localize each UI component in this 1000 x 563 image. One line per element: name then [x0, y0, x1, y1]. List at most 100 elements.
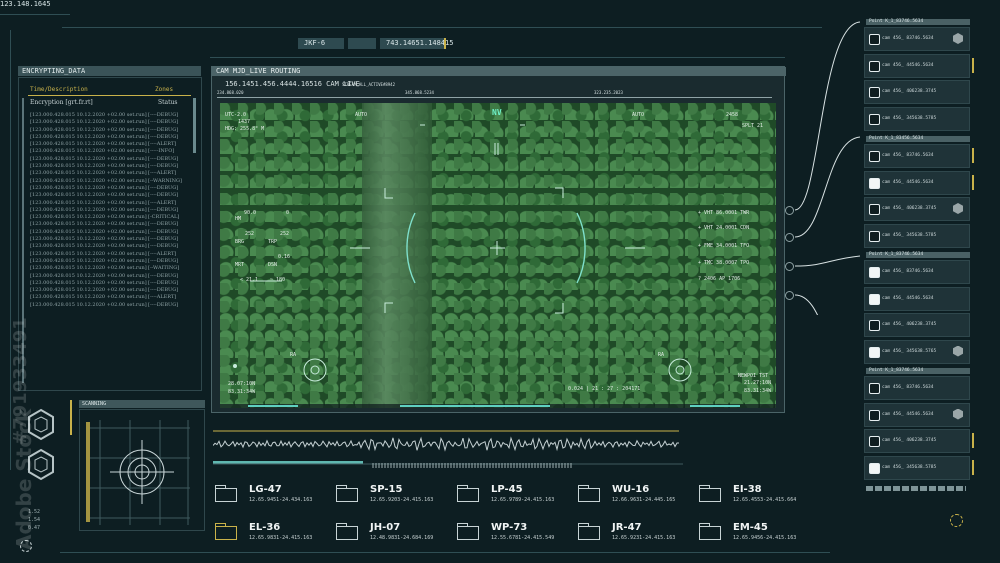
neg-value: < 21.1 — [240, 277, 259, 283]
log-status: [----DEBUG] — [148, 133, 179, 140]
camera-item[interactable]: cam 456_ 44546.5634 — [864, 53, 974, 78]
gear-icon[interactable] — [785, 262, 794, 271]
log-time: [123.000.428.015 10.12.2020 +02.00 set.r… — [30, 199, 147, 206]
scanning-title: SCANNING — [79, 400, 205, 408]
folder-name[interactable]: LP-45 — [491, 484, 523, 495]
folder-name[interactable]: EI-38 — [733, 484, 762, 495]
camera-checkbox[interactable] — [869, 34, 880, 45]
camera-checkbox[interactable] — [869, 177, 880, 189]
gear-icon[interactable] — [785, 291, 794, 300]
divider — [210, 57, 785, 58]
camera-feed[interactable]: NV AUTO AUTO UTC-2.0 1437 HDG: 255.8° M … — [220, 103, 776, 408]
folder-icon[interactable] — [457, 485, 479, 502]
camera-label: cam 456_ 83746.5634 — [882, 269, 934, 274]
accent-mark — [444, 38, 446, 49]
folder-name[interactable]: JR-47 — [612, 522, 642, 533]
camera-checkbox[interactable] — [869, 204, 880, 215]
camera-checkbox[interactable] — [869, 60, 880, 72]
divider — [0, 14, 70, 15]
camera-item[interactable]: cam 456_ 406238.3745 — [864, 313, 970, 337]
scrollbar-thumb[interactable] — [193, 98, 196, 153]
hm-value: 90.0 — [244, 210, 257, 216]
scan-radar — [86, 420, 190, 525]
gear-icon[interactable] — [785, 233, 794, 242]
folder-icon[interactable] — [699, 523, 721, 540]
sub-status: Status — [158, 99, 178, 106]
camera-label: cam 456_ 345638.5765 — [882, 348, 937, 354]
camera-item[interactable]: cam 456_ 83746.5634 — [864, 376, 970, 400]
folder-icon[interactable] — [215, 485, 237, 502]
camera-checkbox[interactable] — [869, 436, 880, 447]
camera-item[interactable]: cam 456_ 83746.5634 — [864, 260, 970, 284]
log-row: [123.000.428.015 10.12.2020 +02.00 set.r… — [30, 229, 190, 236]
camera-checkbox[interactable] — [869, 113, 880, 125]
camera-checkbox[interactable] — [869, 230, 880, 242]
hm-value2: 0 — [286, 210, 290, 216]
loading-icon — [950, 514, 963, 527]
camera-label: cam 456_ 83746.5634 — [882, 153, 934, 158]
top-coordinate: 123.148.1645 — [0, 0, 51, 8]
folder-icon[interactable] — [578, 485, 600, 502]
folder-name[interactable]: SP-15 — [370, 484, 402, 495]
camera-item[interactable]: cam 456_ 406238.3745 — [864, 80, 970, 104]
camera-item[interactable]: cam 456_ 345638.5765 — [864, 339, 970, 364]
camera-item[interactable]: cam 456_ 83746.5634 — [864, 144, 974, 168]
camera-checkbox[interactable] — [869, 293, 880, 305]
log-status: [----DEBUG] — [148, 279, 179, 286]
folder-name[interactable]: JH-07 — [370, 522, 400, 533]
folder-icon[interactable] — [215, 523, 237, 540]
folder-name[interactable]: LG-47 — [249, 484, 282, 495]
log-time: [123.000.428.015 10.12.2020 +02.00 set.r… — [30, 272, 147, 279]
camera-checkbox[interactable] — [869, 462, 880, 474]
camera-label: cam 456_ 83746.5634 — [882, 36, 934, 41]
folder-icon[interactable] — [699, 485, 721, 502]
camera-checkbox[interactable] — [869, 346, 880, 358]
camera-label: cam 456_ 345638.5785 — [882, 115, 937, 121]
camera-item[interactable]: cam 456_ 345638.5785 — [864, 106, 970, 131]
camera-label: cam 456_ 345638.5785 — [882, 464, 937, 470]
camera-checkbox[interactable] — [869, 409, 880, 421]
camera-checkbox[interactable] — [869, 267, 880, 278]
log-status: [----DEBUG] — [148, 155, 179, 162]
folder-name[interactable]: WP-73 — [491, 522, 527, 533]
camera-label: cam 456_ 406238.3745 — [882, 322, 937, 327]
folder-name[interactable]: EM-45 — [733, 522, 768, 533]
telemetry-row: + TMC 38.0007 TPO — [698, 260, 750, 266]
folder-coord: 12.65.9456-24.415.163 — [733, 535, 797, 541]
log-row: [123.000.428.015 10.12.2020 +02.00 set.r… — [30, 207, 190, 214]
log-time: [123.000.428.015 10.12.2020 +02.00 set.r… — [30, 221, 147, 228]
camera-checkbox[interactable] — [869, 320, 880, 331]
folder-icon[interactable] — [336, 523, 358, 540]
folder-icon[interactable] — [336, 485, 358, 502]
log-row: [123.000.428.015 10.12.2020 +02.00 set.r… — [30, 134, 190, 141]
telemetry-row: ? 2406 AP 1706 — [698, 276, 741, 282]
folder-name[interactable]: WU-16 — [612, 484, 649, 495]
camera-item[interactable]: cam 456_ 83746.5634 — [864, 27, 970, 51]
camera-item[interactable]: cam 456_ 44546.5634 — [864, 402, 970, 427]
center-code: 0.024 | 21 : 27 : 204171 — [568, 386, 641, 392]
folder-coord: 12.65.9831-24.415.163 — [249, 535, 313, 541]
camera-checkbox[interactable] — [869, 151, 880, 162]
auto-left: AUTO — [355, 112, 368, 118]
log-time: [123.000.428.015 10.12.2020 +02.00 set.r… — [30, 206, 147, 213]
camera-item[interactable]: cam 456_ 44546.5634 — [864, 170, 974, 195]
folder-icon[interactable] — [578, 523, 600, 540]
camera-checkbox[interactable] — [869, 87, 880, 98]
camera-item[interactable]: cam 456_ 345638.5785 — [864, 455, 974, 480]
camera-checkbox[interactable] — [869, 383, 880, 394]
camera-label: cam 456_ 406238.3745 — [882, 438, 937, 443]
folder-coord: 12.55.6781-24.415.549 — [491, 535, 555, 541]
log-status: [-----INFO] — [148, 148, 175, 155]
folder-icon[interactable] — [457, 523, 479, 540]
group-title: Point K_1_83746.5634 — [866, 19, 970, 25]
log-status: [----DEBUG] — [148, 184, 179, 191]
camera-item[interactable]: cam 456_ 44546.5634 — [864, 286, 970, 311]
gear-icon[interactable] — [785, 206, 794, 215]
camera-item[interactable]: cam 456_ 406238.3745 — [864, 429, 974, 453]
log-time: [123.000.428.015 10.12.2020 +02.00 set.r… — [30, 236, 147, 243]
camera-item[interactable]: cam 456_ 345638.5785 — [864, 223, 970, 248]
folder-coord: 12.65.9451-24.434.163 — [249, 497, 313, 503]
folder-name[interactable]: EL-36 — [249, 522, 280, 533]
log-time: [123.000.428.015 10.12.2020 +02.00 set.r… — [30, 243, 147, 250]
camera-item[interactable]: cam 456_ 406238.3745 — [864, 197, 970, 221]
